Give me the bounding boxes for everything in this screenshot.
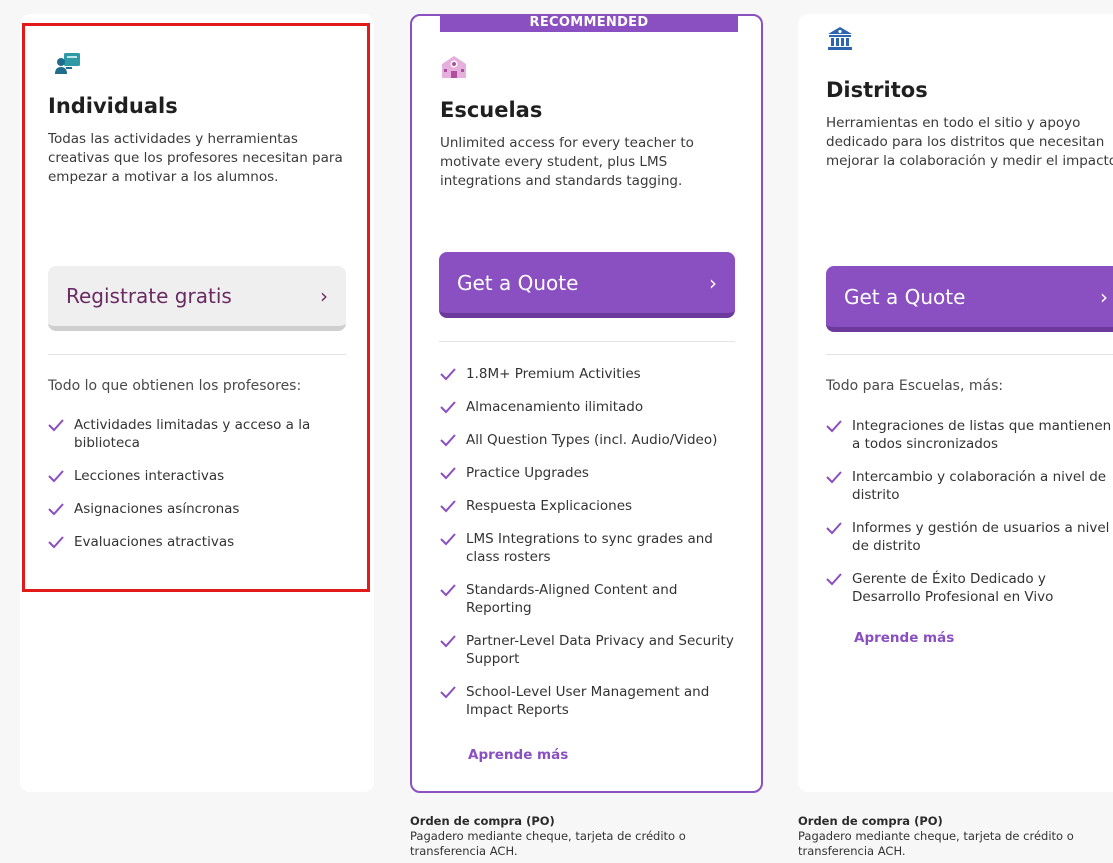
checkmark-icon <box>48 503 64 516</box>
plan-title: Escuelas <box>440 98 543 122</box>
list-item: Standards-Aligned Content and Reporting <box>440 581 740 617</box>
list-item: Informes y gestión de usuarios a nivel d… <box>826 519 1113 555</box>
checkmark-icon <box>826 471 842 484</box>
list-item: LMS Integrations to sync grades and clas… <box>440 530 740 566</box>
plan-title: Individuals <box>48 94 178 118</box>
checkmark-icon <box>440 434 456 447</box>
chevron-right-icon: › <box>1100 284 1108 309</box>
list-item: All Question Types (incl. Audio/Video) <box>440 431 740 449</box>
note-body: Pagadero mediante cheque, tarjeta de cré… <box>410 829 686 858</box>
checkmark-icon <box>48 419 64 432</box>
list-item: Almacenamiento ilimitado <box>440 398 740 416</box>
purchase-order-note: Orden de compra (PO) Pagadero mediante c… <box>410 814 740 859</box>
checkmark-icon <box>440 686 456 699</box>
divider <box>439 341 735 342</box>
checkmark-icon <box>826 573 842 586</box>
feature-list: Actividades limitadas y acceso a la bibl… <box>48 416 348 566</box>
checkmark-icon <box>440 533 456 546</box>
note-heading: Orden de compra (PO) <box>410 814 555 828</box>
button-label: Get a Quote <box>457 270 579 295</box>
list-item: School-Level User Management and Impact … <box>440 683 740 719</box>
teacher-board-icon <box>55 53 80 74</box>
list-item: Intercambio y colaboración a nivel de di… <box>826 468 1113 504</box>
checkmark-icon <box>440 500 456 513</box>
plan-card-escuelas: RECOMMENDED Escuelas Unlimited access fo… <box>410 14 763 793</box>
purchase-order-note: Orden de compra (PO) Pagadero mediante c… <box>798 814 1108 859</box>
checkmark-icon <box>826 522 842 535</box>
button-label: Get a Quote <box>844 284 966 309</box>
list-item: Integraciones de listas que mantienen a … <box>826 417 1113 453</box>
learn-more-link[interactable]: Aprende más <box>468 747 568 763</box>
chevron-right-icon: › <box>320 284 328 308</box>
list-item: Partner-Level Data Privacy and Security … <box>440 632 740 668</box>
checkmark-icon <box>440 467 456 480</box>
list-item: Gerente de Éxito Dedicado y Desarrollo P… <box>826 570 1113 606</box>
bank-building-icon <box>828 27 852 50</box>
button-label: Registrate gratis <box>66 284 232 308</box>
checkmark-icon <box>440 635 456 648</box>
list-item: Lecciones interactivas <box>48 467 348 485</box>
plan-description: Unlimited access for every teacher to mo… <box>440 135 694 189</box>
feature-list: Integraciones de listas que mantienen a … <box>826 417 1113 621</box>
features-heading: Todo lo que obtienen los profesores: <box>48 378 302 394</box>
list-item: Practice Upgrades <box>440 464 740 482</box>
register-free-button[interactable]: Registrate gratis › <box>48 266 346 331</box>
list-item: Respuesta Explicaciones <box>440 497 740 515</box>
list-item: 1.8M+ Premium Activities <box>440 365 740 383</box>
school-building-icon <box>442 56 466 78</box>
plan-description: Todas las actividades y herramientas cre… <box>48 131 343 185</box>
features-heading: Todo para Escuelas, más: <box>826 378 1004 394</box>
feature-list: 1.8M+ Premium Activities Almacenamiento … <box>440 365 740 734</box>
note-body: Pagadero mediante cheque, tarjeta de cré… <box>798 829 1074 858</box>
note-heading: Orden de compra (PO) <box>798 814 943 828</box>
plan-description: Herramientas en todo el sitio y apoyo de… <box>826 115 1113 169</box>
plan-card-distritos: Distritos Herramientas en todo el sitio … <box>798 14 1113 792</box>
checkmark-icon <box>48 536 64 549</box>
divider <box>826 354 1113 355</box>
checkmark-icon <box>826 420 842 433</box>
list-item: Actividades limitadas y acceso a la bibl… <box>48 416 348 452</box>
list-item: Asignaciones asíncronas <box>48 500 348 518</box>
plan-card-individuals: Individuals Todas las actividades y herr… <box>20 14 374 792</box>
checkmark-icon <box>440 401 456 414</box>
get-quote-button[interactable]: Get a Quote › <box>826 266 1113 332</box>
checkmark-icon <box>440 368 456 381</box>
chevron-right-icon: › <box>709 270 717 295</box>
learn-more-link[interactable]: Aprende más <box>854 630 954 646</box>
plan-title: Distritos <box>826 78 928 102</box>
list-item: Evaluaciones atractivas <box>48 533 348 551</box>
divider <box>48 354 346 355</box>
recommended-badge: RECOMMENDED <box>440 14 738 32</box>
checkmark-icon <box>48 470 64 483</box>
checkmark-icon <box>440 584 456 597</box>
get-quote-button[interactable]: Get a Quote › <box>439 252 735 318</box>
